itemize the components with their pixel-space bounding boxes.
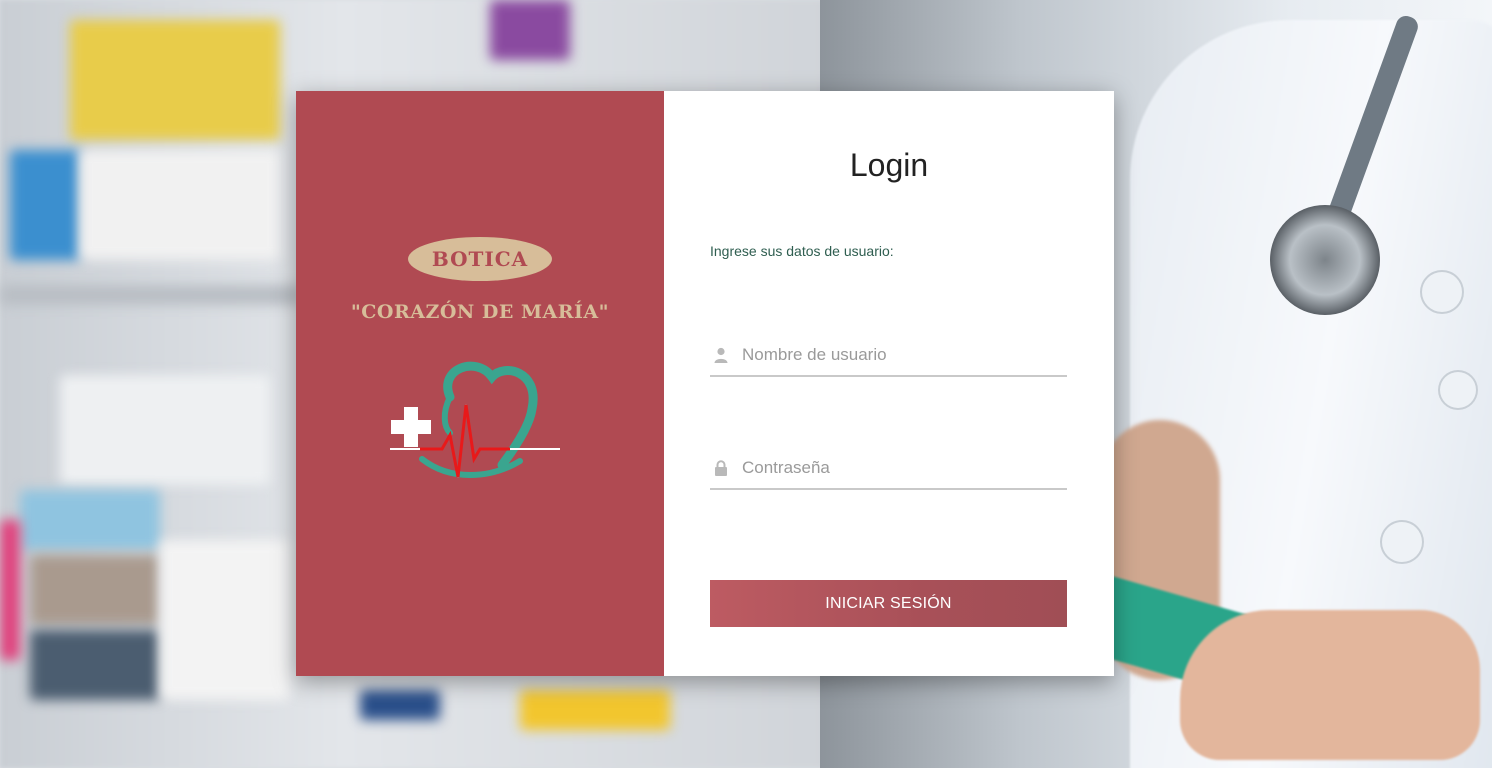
user-icon	[714, 346, 730, 364]
brand-tag: BOTICA	[431, 247, 529, 271]
username-field[interactable]	[710, 335, 1067, 377]
page-title: Login	[849, 147, 929, 183]
username-input[interactable]	[740, 344, 1067, 366]
lock-icon	[714, 459, 730, 477]
form-instructions: Ingrese sus datos de usuario:	[710, 243, 894, 259]
brand-panel: BOTICA "CORAZÓN DE MARÍA"	[296, 91, 664, 676]
brand-tag-badge: BOTICA	[408, 237, 552, 281]
login-button[interactable]: INICIAR SESIÓN	[710, 580, 1067, 627]
login-form: Login Ingrese sus datos de usuario: INIC…	[664, 91, 1114, 676]
password-field[interactable]	[710, 448, 1067, 490]
brand-name: "CORAZÓN DE MARÍA"	[350, 301, 610, 323]
heart-pulse-logo	[390, 361, 560, 478]
password-input[interactable]	[740, 457, 1067, 479]
login-card: BOTICA "CORAZÓN DE MARÍA" Login Ingrese …	[296, 91, 1114, 676]
